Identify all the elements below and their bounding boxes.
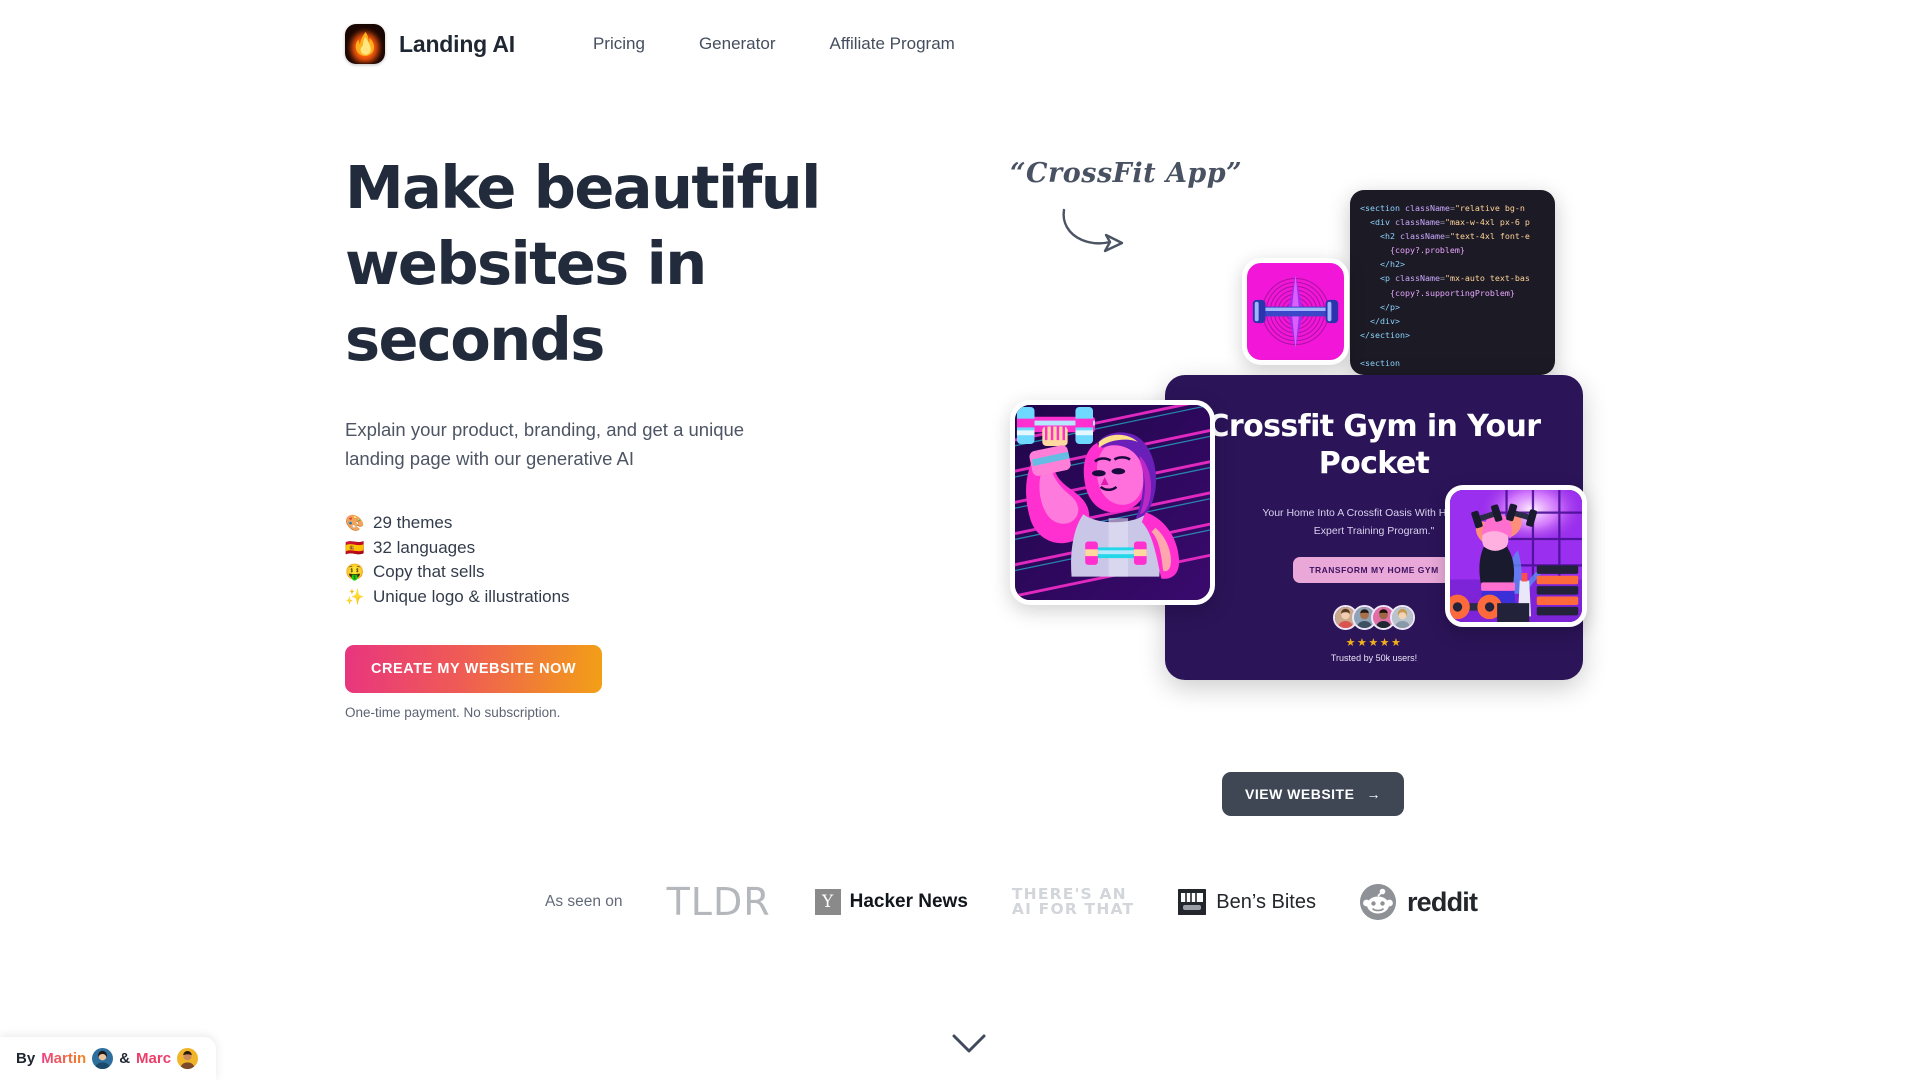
code-line: <div className="max-w-4xl px-6 p (1370, 217, 1530, 228)
woman-lifting-illustration (1445, 485, 1587, 627)
flame-icon (345, 24, 385, 64)
storefront-icon (1178, 889, 1207, 915)
view-website-button[interactable]: VIEW WEBSITE → (1222, 772, 1404, 816)
feature-label: 29 themes (373, 513, 453, 532)
chevron-down-icon[interactable] (952, 1034, 986, 1059)
hacker-news-badge-icon: Y (814, 889, 841, 915)
feature-list: 🎨 29 themes 🇪🇸 32 languages 🤑 Copy that … (345, 511, 825, 609)
tldr-logo: TLDR (667, 880, 771, 924)
feature-label: Copy that sells (373, 562, 485, 581)
reddit-logo: reddit (1359, 884, 1478, 920)
avatar (92, 1048, 114, 1069)
bodybuilder-illustration (1010, 400, 1215, 605)
brand-logo[interactable]: Landing AI (345, 24, 515, 64)
credits-by-label: By (16, 1050, 36, 1067)
avatar (177, 1048, 199, 1069)
spain-flag-icon: 🇪🇸 (345, 538, 365, 557)
hacker-news-logo: Y Hacker News (814, 889, 968, 915)
nav-link-pricing[interactable]: Pricing (593, 28, 672, 60)
code-line: </h2> (1379, 259, 1405, 270)
code-line: </p> (1379, 301, 1400, 312)
view-website-label: VIEW WEBSITE (1245, 786, 1355, 802)
list-item: 🎨 29 themes (345, 511, 825, 536)
hero-subheadline: Explain your product, branding, and get … (345, 419, 745, 469)
feature-label: 32 languages (373, 537, 476, 557)
theres-an-ai-for-that-text: THERE'S AN AI FOR THAT (1011, 884, 1135, 918)
code-line: <section (1360, 358, 1400, 369)
code-preview-card: <section className="relative bg-n <div c… (1350, 190, 1555, 375)
hero-content: Make beautiful websites in seconds Expla… (345, 150, 825, 720)
generated-page-title: Crossfit Gym in Your Pocket (1207, 409, 1542, 481)
website-preview-cluster: <section className="relative bg-n <div c… (1010, 180, 1630, 740)
hacker-news-logo-text: Hacker News (849, 891, 968, 912)
code-line: <section className="relative bg-n (1360, 203, 1525, 213)
theres-an-ai-for-that-logo: THERE'S AN AI FOR THAT (1011, 884, 1135, 918)
bens-bites-text: Ben’s Bites (1216, 890, 1316, 913)
list-item: 🇪🇸 32 languages (345, 536, 825, 561)
credits-name-marc: Marc (136, 1050, 172, 1067)
create-website-button[interactable]: CREATE MY WEBSITE NOW (345, 645, 603, 693)
money-face-icon: 🤑 (345, 563, 365, 581)
page-title: Make beautiful websites in seconds (345, 153, 821, 374)
nav-links: Pricing Generator Affiliate Program (593, 28, 982, 60)
credits-name-martin: Martin (41, 1050, 87, 1067)
sparkles-icon: ✨ (345, 587, 365, 606)
landing-page: Landing AI Pricing Generator Affiliate P… (0, 0, 1920, 1080)
code-line: {copy?.supportingProblem} (1389, 287, 1515, 298)
code-line: </div> (1370, 315, 1400, 326)
list-item: 🤑 Copy that sells (345, 560, 825, 585)
star-rating: ★★★★★ (1345, 636, 1403, 649)
code-line: {copy?.problem} (1389, 245, 1465, 256)
reddit-alien-icon (1359, 884, 1396, 920)
code-line: <h2 className="text-4xl font-e (1379, 231, 1530, 242)
trust-text: Trusted by 50k users! (1330, 653, 1418, 663)
bens-bites-logo: Ben’s Bites (1178, 889, 1316, 915)
barbell-logo-icon (1242, 258, 1349, 365)
palette-icon: 🎨 (345, 514, 365, 532)
code-line: </section> (1360, 329, 1410, 340)
list-item: ✨ Unique logo & illustrations (345, 585, 825, 610)
code-line: <p className="mx-auto text-bas (1379, 273, 1530, 284)
transform-home-gym-button[interactable]: TRANSFORM MY HOME GYM (1293, 557, 1455, 583)
reddit-text: reddit (1406, 886, 1478, 917)
arrow-right-icon: → (1366, 786, 1381, 802)
top-navigation-bar: Landing AI Pricing Generator Affiliate P… (0, 0, 1920, 88)
feature-label: Unique logo & illustrations (373, 586, 570, 606)
as-seen-on-label: As seen on (545, 893, 623, 910)
tldr-logo-text: TLDR (666, 880, 771, 924)
credits-badge[interactable]: By Martin & Marc (0, 1037, 217, 1080)
nav-link-affiliate-program[interactable]: Affiliate Program (802, 28, 981, 60)
avatar (1390, 605, 1415, 630)
credits-ampersand: & (119, 1050, 131, 1067)
as-seen-on-section: As seen on TLDR Y Hacker News THERE'S AN… (545, 880, 1521, 924)
brand-name: Landing AI (399, 30, 515, 57)
cta-note: One-time payment. No subscription. (345, 705, 561, 720)
nav-link-generator[interactable]: Generator (672, 28, 803, 60)
